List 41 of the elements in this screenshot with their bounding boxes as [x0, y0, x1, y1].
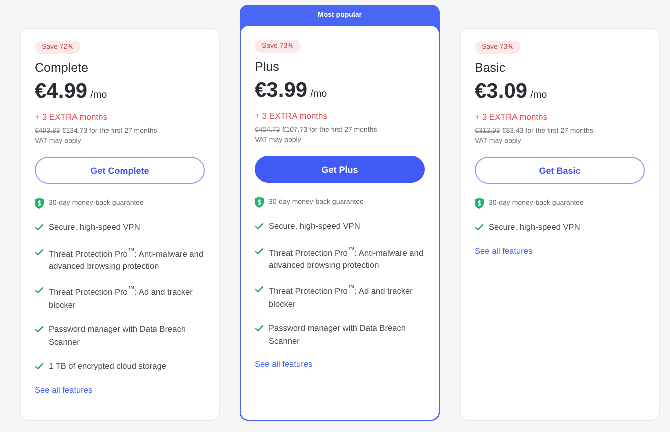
- plan-name: Basic: [475, 61, 506, 75]
- extra-months: + 3 EXTRA months: [35, 112, 108, 122]
- check-icon: [35, 248, 44, 256]
- plan-name: Plus: [255, 60, 280, 74]
- check-icon: [35, 224, 44, 231]
- plan-name: Complete: [35, 61, 88, 75]
- shield-icon: [475, 198, 484, 209]
- price-unit: /mo: [310, 89, 328, 100]
- feature-text: Secure, high-speed VPN: [489, 221, 580, 234]
- check-icon: [475, 224, 484, 231]
- price-unit: /mo: [530, 90, 548, 101]
- feature-text: 1 TB of encrypted cloud storage: [49, 360, 166, 373]
- feature-text: Threat Protection Pro$^{™}$: Anti-malware and advanced browsing protection: [269, 246, 424, 272]
- check-icon: [35, 326, 44, 334]
- extra-months: + 3 EXTRA months: [255, 111, 328, 121]
- feature-text: Password manager with Data Breach Scanner: [269, 322, 407, 348]
- see-all-features-link[interactable]: See all features: [255, 359, 313, 370]
- feature-text: Secure, high-speed VPN: [49, 221, 140, 234]
- feature-text: Threat Protection Pro$^{™}$: Ad and tracker blocker: [49, 285, 194, 312]
- shield-icon: [35, 198, 44, 209]
- see-all-features-link[interactable]: See all features: [35, 384, 93, 395]
- check-icon: [35, 363, 44, 370]
- shield-icon: [255, 197, 264, 208]
- check-icon: [255, 286, 264, 294]
- get-plan-button[interactable]: Get Complete: [35, 157, 205, 184]
- extra-months: + 3 EXTRA months: [475, 112, 548, 122]
- get-plan-button[interactable]: Get Basic: [475, 157, 645, 184]
- price: €3.99: [255, 79, 308, 103]
- feature-text: Password manager with Data Breach Scanner: [49, 323, 187, 348]
- feature-text: Secure, high-speed VPN: [269, 220, 360, 232]
- feature-text: Threat Protection Pro$^{™}$: Ad and tracker blocker: [269, 284, 414, 310]
- feature-text: Threat Protection Pro$^{™}$: Anti-malware and advanced browsing protection: [49, 246, 204, 272]
- see-all-features-link[interactable]: See all features: [475, 246, 533, 256]
- check-icon: [35, 287, 44, 294]
- price: €4.99: [35, 80, 88, 104]
- check-icon: [255, 248, 264, 254]
- get-plan-button[interactable]: Get Plus: [255, 156, 425, 183]
- price-unit: /mo: [90, 90, 108, 101]
- check-icon: [255, 325, 264, 332]
- price: €3.09: [475, 80, 528, 104]
- check-icon: [255, 223, 264, 230]
